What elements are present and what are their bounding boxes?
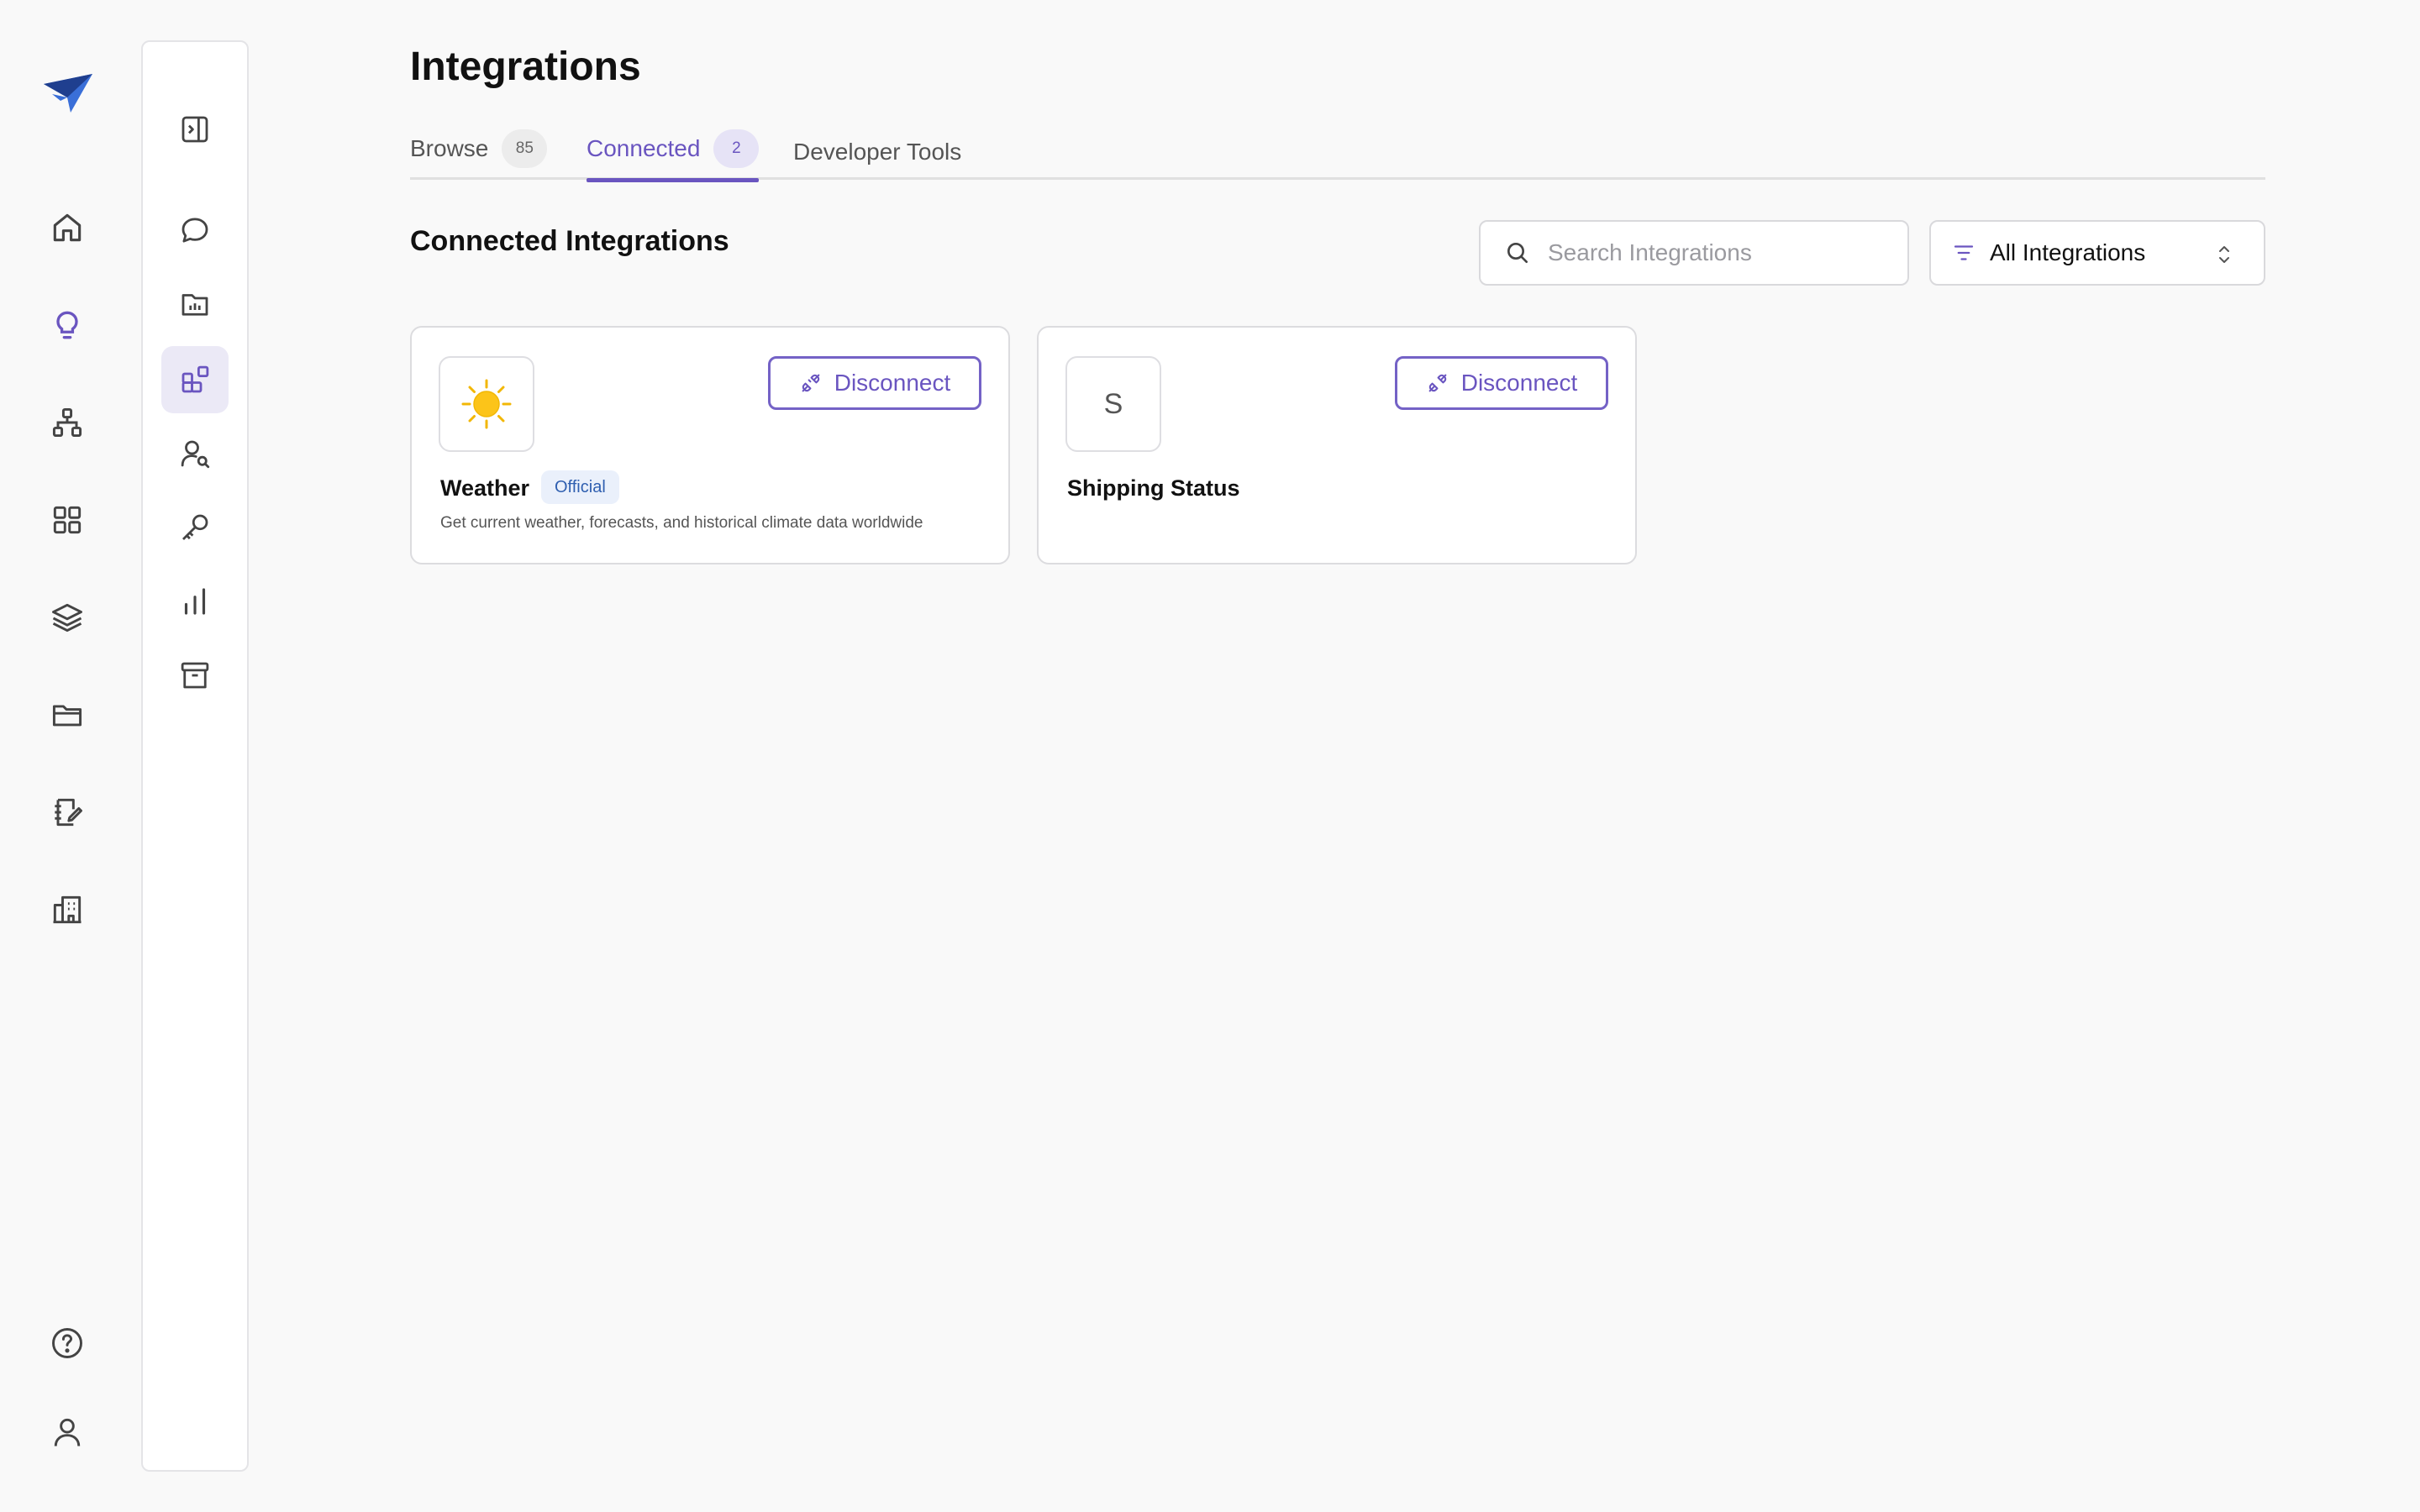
disconnect-button[interactable]: Disconnect [768,356,981,410]
official-badge: Official [541,470,619,504]
integration-filter-select[interactable]: All Integrations [1929,220,2265,286]
app-rail [0,0,134,1512]
lightbulb-icon [56,311,78,339]
disconnect-button[interactable]: Disconnect [1395,356,1608,410]
grid-icon [53,506,82,534]
sidebar-toggle-icon [182,116,208,143]
disconnect-label: Disconnect [1460,370,1578,396]
sidebar-toggle-button[interactable] [161,96,229,163]
key-icon [182,514,208,540]
tab-label: Connected [587,135,701,161]
help-icon [52,1328,82,1358]
rail-layers[interactable] [41,591,93,643]
panel-item-analytics[interactable] [161,568,229,635]
integration-card: S Disconnect Shipping Status [1037,326,1637,564]
integration-description: Get current weather, forecasts, and hist… [440,514,923,532]
user-icon [54,1418,81,1446]
unplug-icon [802,374,820,392]
rail-files[interactable] [41,689,93,741]
panel-item-reports[interactable] [161,270,229,338]
integration-card: Disconnect Weather Official Get current … [410,326,1010,564]
folder-icon [52,705,82,727]
rail-notebook[interactable] [41,786,93,838]
home-icon [53,213,82,242]
archive-icon [181,662,209,689]
integrations-icon [182,365,209,393]
panel-item-archive[interactable] [161,642,229,709]
search-input[interactable] [1548,239,1884,266]
chat-icon [182,218,208,243]
building-icon [53,895,82,924]
logo-icon[interactable] [42,72,94,116]
filter-selected-value: All Integrations [1990,239,2146,265]
tab-label: Browse [410,135,489,161]
rail-apps[interactable] [41,494,93,546]
rail-profile[interactable] [41,1406,93,1458]
integration-initial: S [1103,387,1123,420]
panel-item-keys[interactable] [161,494,229,561]
disconnect-label: Disconnect [834,370,951,396]
unplug-icon [1428,374,1447,392]
rail-home[interactable] [41,202,93,254]
integration-logo: S [1065,356,1161,452]
layers-icon [52,603,82,633]
tab-connected[interactable]: Connected 2 [587,118,760,182]
rail-insights[interactable] [41,299,93,351]
tab-browse[interactable]: Browse 85 [410,118,548,180]
tab-label: Developer Tools [793,139,962,165]
secondary-sidebar [141,40,249,1472]
page-title: Integrations [410,45,641,89]
search-icon [1507,243,1528,263]
filter-icon [1954,245,1974,260]
hierarchy-icon [52,407,82,438]
panel-item-integrations[interactable] [161,346,229,413]
rail-help[interactable] [41,1317,93,1369]
user-search-icon [181,440,210,469]
section-title: Connected Integrations [410,225,729,257]
folder-chart-icon [182,294,208,316]
tab-count-badge: 2 [713,129,760,168]
integration-logo [439,356,534,452]
chevron-up-down-icon [2219,246,2229,263]
notebook-edit-icon [55,798,82,827]
tab-developer-tools[interactable]: Developer Tools [793,121,961,183]
sun-icon [461,379,512,429]
tab-count-badge: 85 [502,129,548,168]
panel-item-user-search[interactable] [161,420,229,487]
integration-name: Shipping Status [1067,475,1240,501]
panel-item-chat[interactable] [161,197,229,264]
bar-chart-icon [184,588,206,615]
tab-bar: Browse 85 Connected 2 Developer Tools [410,118,2265,183]
rail-organization[interactable] [41,884,93,936]
integration-name: Weather [440,475,530,501]
rail-hierarchy[interactable] [41,396,93,449]
search-box [1479,220,1909,286]
